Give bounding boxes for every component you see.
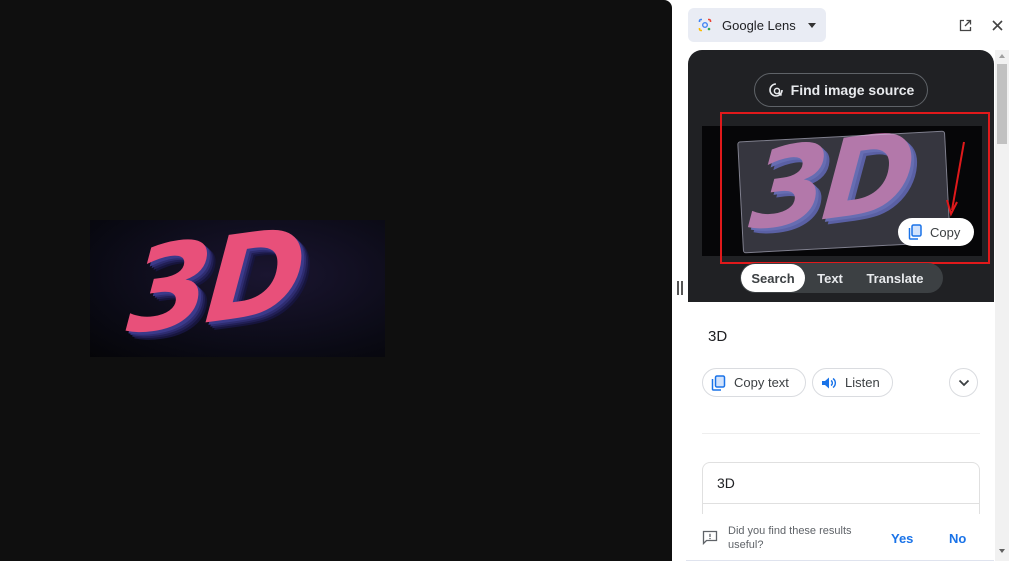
panel-resize-handle[interactable]	[676, 281, 684, 295]
open-in-new-tab-button[interactable]	[956, 16, 974, 34]
expand-more-button[interactable]	[949, 368, 978, 397]
detected-text: 3D	[708, 328, 728, 345]
text-result-card[interactable]: 3D	[702, 462, 980, 522]
find-image-source-label: Find image source	[790, 82, 915, 98]
image-search-icon	[768, 83, 783, 97]
tab-search[interactable]: Search	[741, 264, 805, 292]
scroll-thumb[interactable]	[997, 64, 1007, 144]
open-in-new-icon	[959, 19, 971, 31]
scroll-down-arrow-icon[interactable]	[999, 549, 1005, 553]
lens-mode-tabs: Search Text Translate	[740, 263, 943, 293]
tab-translate[interactable]: Translate	[855, 264, 935, 292]
find-image-source-button[interactable]: Find image source	[754, 73, 928, 107]
chevron-down-icon	[958, 379, 969, 386]
image-3d-text: 3D	[123, 220, 305, 357]
close-button[interactable]	[988, 16, 1006, 34]
listen-button[interactable]: Listen	[812, 368, 893, 397]
viewed-image[interactable]: 3D	[90, 220, 385, 357]
image-viewer: 3D	[0, 0, 672, 561]
text-card-value: 3D	[717, 475, 735, 491]
annotation-arrow-icon	[946, 141, 965, 217]
divider	[702, 433, 980, 434]
lens-title: Google Lens	[722, 17, 796, 33]
feedback-icon	[702, 530, 718, 545]
copy-icon	[711, 374, 726, 391]
feedback-bar: Did you find these results useful? Yes N…	[686, 514, 994, 561]
feedback-no-button[interactable]: No	[949, 531, 966, 546]
copy-text-button[interactable]: Copy text	[702, 368, 806, 397]
side-panel-scrollbar[interactable]	[995, 50, 1009, 561]
feedback-question: Did you find these results useful?	[728, 525, 852, 551]
lens-dropdown[interactable]: Google Lens	[688, 8, 826, 42]
lens-results-card: Find image source 3D Copy Search Text Tr…	[688, 50, 994, 302]
speaker-icon	[822, 377, 837, 388]
scroll-up-arrow-icon[interactable]	[999, 54, 1005, 58]
copy-text-label: Copy text	[734, 375, 789, 390]
divider	[703, 503, 979, 504]
tab-text[interactable]: Text	[805, 264, 855, 292]
feedback-yes-button[interactable]: Yes	[891, 531, 913, 546]
google-lens-icon	[698, 18, 712, 32]
listen-label: Listen	[845, 375, 880, 390]
caret-down-icon	[807, 22, 816, 28]
close-icon	[991, 19, 1003, 31]
google-lens-side-panel: Google Lens Find image source 3D Copy Se…	[686, 0, 1024, 561]
